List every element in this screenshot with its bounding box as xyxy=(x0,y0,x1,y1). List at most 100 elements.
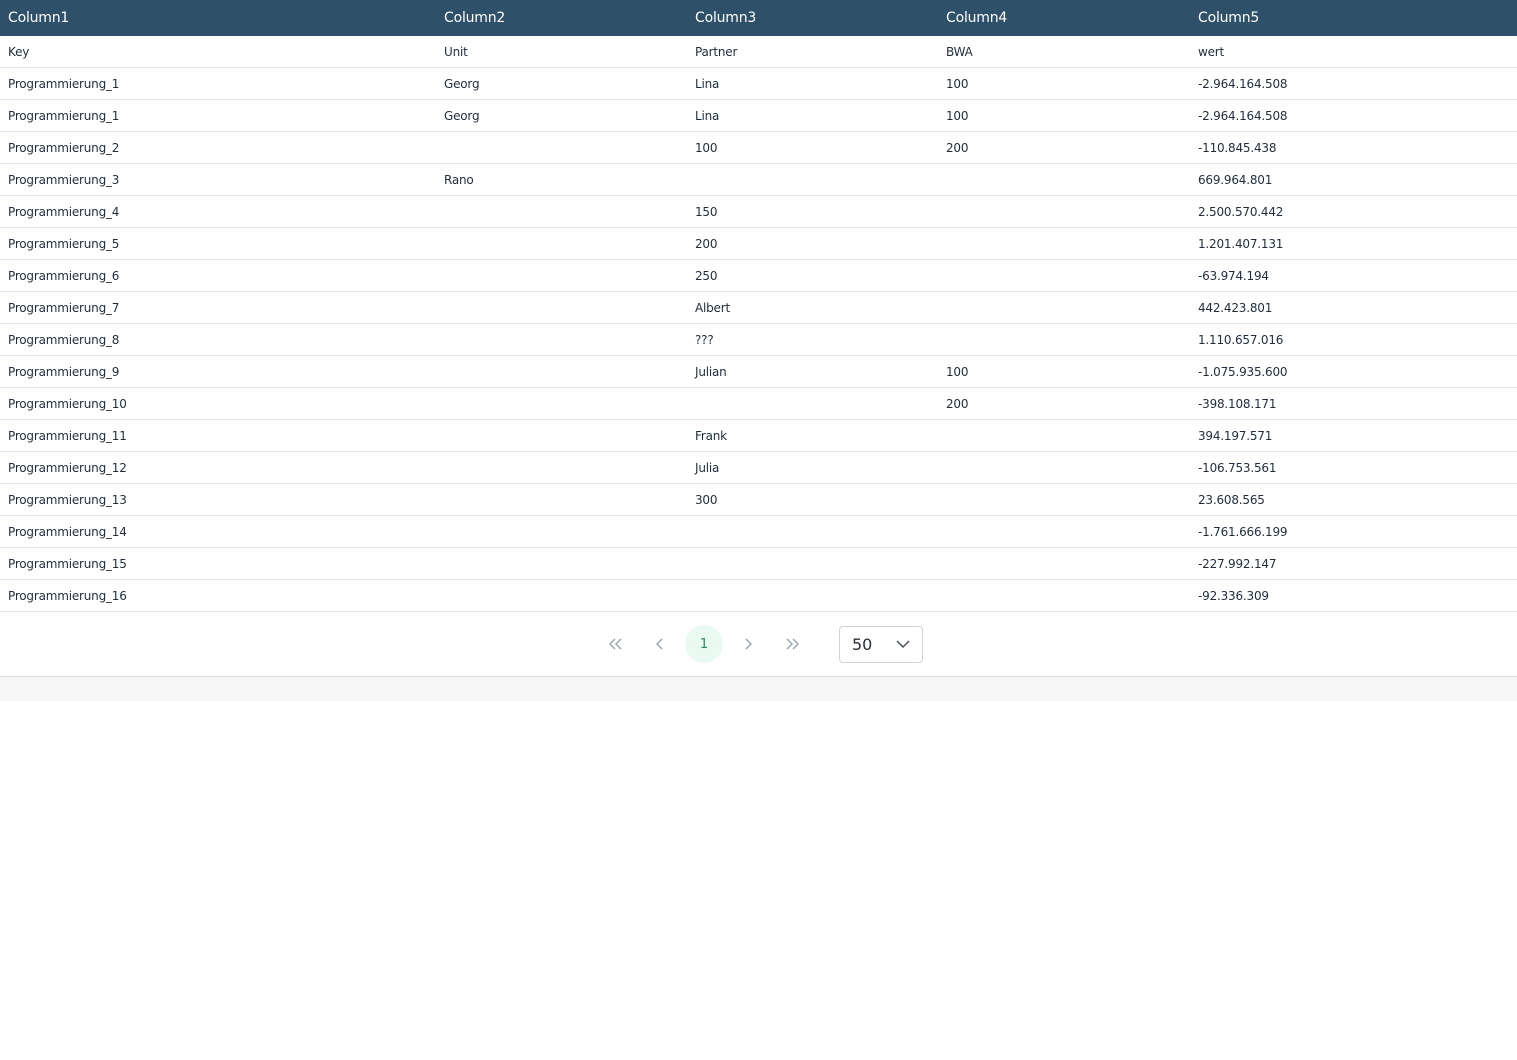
table-row[interactable]: Programmierung_9 Julian 100 -1.075.935.600 xyxy=(0,355,1517,388)
footer-band xyxy=(0,677,1517,701)
table-cell-col1: Programmierung_8 xyxy=(0,323,436,356)
table-cell-col4 xyxy=(938,163,1190,196)
table-cell-col4 xyxy=(938,291,1190,324)
table-cell-col3: Julia xyxy=(687,451,938,484)
table-row[interactable]: Programmierung_2 100 200 -110.845.438 xyxy=(0,131,1517,164)
next-page-button[interactable] xyxy=(726,624,770,664)
table-row[interactable]: Programmierung_7 Albert 442.423.801 xyxy=(0,291,1517,324)
table-cell-col3: Julian xyxy=(687,355,938,388)
table-cell-col5: -110.845.438 xyxy=(1190,131,1517,164)
first-page-button[interactable] xyxy=(594,624,638,664)
table-cell-col3: Lina xyxy=(687,67,938,100)
table-cell-col4 xyxy=(938,483,1190,516)
table-row[interactable]: Programmierung_5 200 1.201.407.131 xyxy=(0,227,1517,260)
previous-page-button[interactable] xyxy=(638,624,682,664)
table-cell-col3: ??? xyxy=(687,323,938,356)
table-cell-col3 xyxy=(687,163,938,196)
table-cell-col3: 250 xyxy=(687,259,938,292)
table-cell-col5: 442.423.801 xyxy=(1190,291,1517,324)
table-cell-col1: Programmierung_14 xyxy=(0,515,436,548)
table-cell-col5: 669.964.801 xyxy=(1190,163,1517,196)
table-cell-col4: 200 xyxy=(938,387,1190,420)
column-header-2[interactable]: Column2 xyxy=(436,0,687,36)
table-row[interactable]: Programmierung_13 300 23.608.565 xyxy=(0,483,1517,516)
column-header-1[interactable]: Column1 xyxy=(0,0,436,36)
double-chevron-left-icon xyxy=(609,638,622,650)
table-cell-col1: Programmierung_15 xyxy=(0,547,436,580)
table-cell-col5: -1.075.935.600 xyxy=(1190,355,1517,388)
table-cell-col2 xyxy=(436,227,687,260)
table-cell-col2 xyxy=(436,259,687,292)
table-cell-col5: 1.201.407.131 xyxy=(1190,227,1517,260)
table-cell-col5: -63.974.194 xyxy=(1190,259,1517,292)
table-cell-col1: Programmierung_9 xyxy=(0,355,436,388)
double-chevron-right-icon xyxy=(786,638,799,650)
table-cell-col2: Georg xyxy=(436,99,687,132)
table-cell-col3: 100 xyxy=(687,131,938,164)
table-cell-col4: 100 xyxy=(938,99,1190,132)
table-cell-col2 xyxy=(436,387,687,420)
table-cell-col5: -227.992.147 xyxy=(1190,547,1517,580)
table-cell-col3: Partner xyxy=(687,36,938,68)
chevron-down-icon xyxy=(896,639,910,648)
table-cell-col3: Albert xyxy=(687,291,938,324)
table-row[interactable]: Programmierung_10 200 -398.108.171 xyxy=(0,387,1517,420)
table-cell-col1: Programmierung_1 xyxy=(0,67,436,100)
table-cell-col1: Programmierung_5 xyxy=(0,227,436,260)
table-cell-col1: Programmierung_11 xyxy=(0,419,436,452)
table-row[interactable]: Programmierung_16 -92.336.309 xyxy=(0,579,1517,612)
chevron-right-icon xyxy=(745,638,752,650)
table-cell-col3: 300 xyxy=(687,483,938,516)
table-row[interactable]: Programmierung_8??? 1.110.657.016 xyxy=(0,323,1517,356)
page-size-select[interactable]: 50 xyxy=(839,625,923,663)
table-cell-col1: Key xyxy=(0,36,436,68)
column-header-5[interactable]: Column5 xyxy=(1190,0,1517,36)
table-row[interactable]: Programmierung_3 Rano 669.964.801 xyxy=(0,163,1517,196)
table-cell-col1: Programmierung_12 xyxy=(0,451,436,484)
table-cell-col4 xyxy=(938,419,1190,452)
column-header-3[interactable]: Column3 xyxy=(687,0,938,36)
table-cell-col4 xyxy=(938,195,1190,228)
header-row: Column1 Column2 Column3 Column4 Column5 xyxy=(0,0,1517,36)
table-cell-col1: Programmierung_10 xyxy=(0,387,436,420)
table-row[interactable]: Programmierung_6 250 -63.974.194 xyxy=(0,259,1517,292)
table-cell-col1: Programmierung_3 xyxy=(0,163,436,196)
table-cell-col2 xyxy=(436,355,687,388)
table-cell-col2 xyxy=(436,419,687,452)
table-row[interactable]: Programmierung_1 Georg Lina 100 -2.964.164.5… xyxy=(0,99,1517,132)
table-cell-col5: -106.753.561 xyxy=(1190,451,1517,484)
table-row[interactable]: Programmierung_14 -1.761.666.199 xyxy=(0,515,1517,548)
table-cell-col4: 100 xyxy=(938,67,1190,100)
table-cell-col1: Programmierung_2 xyxy=(0,131,436,164)
table-cell-col2 xyxy=(436,451,687,484)
table-cell-col5: -2.964.164.508 xyxy=(1190,67,1517,100)
table-cell-col4: 200 xyxy=(938,131,1190,164)
table-cell-col3 xyxy=(687,515,938,548)
table-row[interactable]: Programmierung_15 -227.992.147 xyxy=(0,547,1517,580)
table-cell-col1: Programmierung_6 xyxy=(0,259,436,292)
table-cell-col3: Frank xyxy=(687,419,938,452)
table-row[interactable]: Programmierung_11 Frank 394.197.571 xyxy=(0,419,1517,452)
column-header-4[interactable]: Column4 xyxy=(938,0,1190,36)
last-page-button[interactable] xyxy=(770,624,814,664)
table-cell-col2 xyxy=(436,515,687,548)
table-cell-col5: 23.608.565 xyxy=(1190,483,1517,516)
table-cell-col5: -2.964.164.508 xyxy=(1190,99,1517,132)
table-cell-col4 xyxy=(938,227,1190,260)
table-row[interactable]: Programmierung_4 150 2.500.570.442 xyxy=(0,195,1517,228)
table-cell-col2: Unit xyxy=(436,36,687,68)
table-cell-col2: Georg xyxy=(436,67,687,100)
table-row[interactable]: Programmierung_12 Julia -106.753.561 xyxy=(0,451,1517,484)
table-cell-col2 xyxy=(436,579,687,612)
table-cell-col1: Programmierung_16 xyxy=(0,579,436,612)
table-subheader-row[interactable]: Key Unit Partner BWA wert xyxy=(0,36,1517,68)
page-number-current[interactable]: 1 xyxy=(685,625,723,663)
pagination: 1 50 xyxy=(0,612,1517,676)
table-cell-col3: 150 xyxy=(687,195,938,228)
chevron-left-icon xyxy=(656,638,663,650)
table-header: Column1 Column2 Column3 Column4 Column5 xyxy=(0,0,1517,36)
table-cell-col2: Rano xyxy=(436,163,687,196)
table-row[interactable]: Programmierung_1 Georg Lina 100 -2.964.164.5… xyxy=(0,67,1517,100)
table-cell-col2 xyxy=(436,547,687,580)
table-cell-col3: Lina xyxy=(687,99,938,132)
